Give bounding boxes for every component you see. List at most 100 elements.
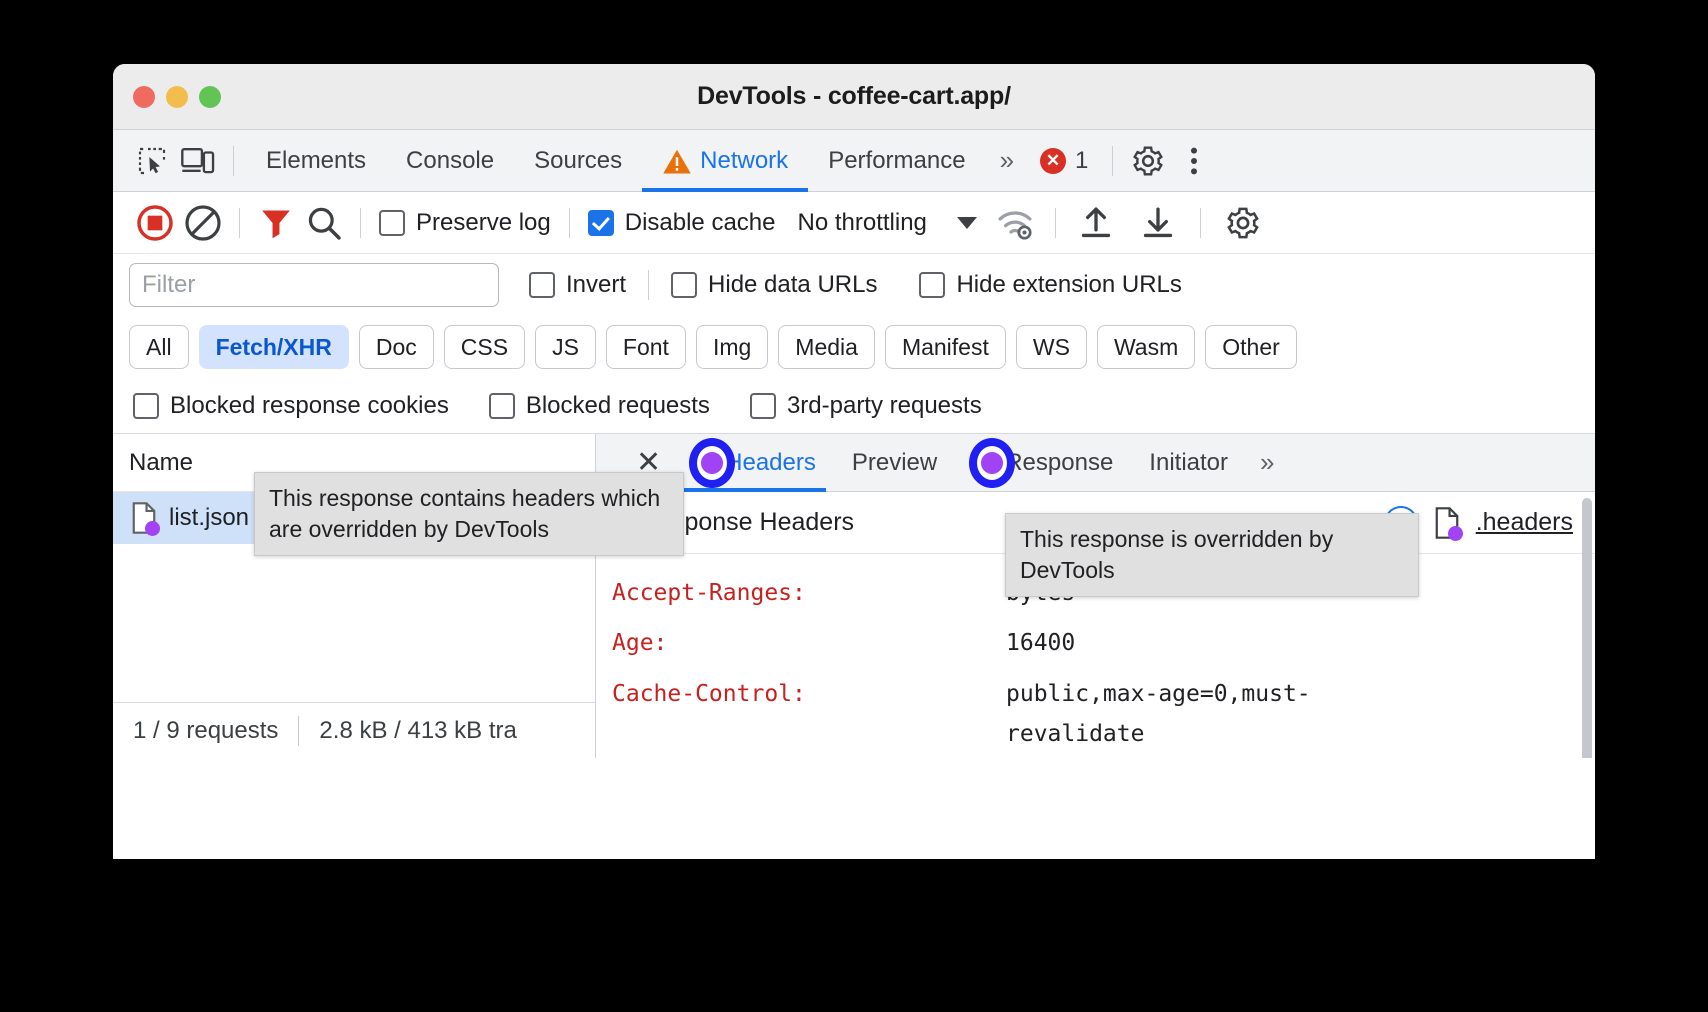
chip-doc[interactable]: Doc [359, 325, 434, 369]
inspect-element-icon[interactable] [129, 138, 175, 184]
override-dot-icon [145, 521, 160, 536]
chip-other[interactable]: Other [1205, 325, 1297, 369]
detail-tab-bar: ✕ Headers Preview [596, 434, 1595, 492]
request-list-empty-area [113, 544, 595, 702]
headers-scrollbar[interactable] [1582, 498, 1592, 758]
headers-file-icon [1434, 507, 1460, 539]
tab-preview[interactable]: Preview [834, 434, 955, 492]
chip-all-label: All [146, 334, 172, 361]
throttling-dropdown[interactable]: No throttling [797, 209, 976, 237]
hide-data-urls-checkbox[interactable]: Hide data URLs [671, 271, 877, 299]
gear-icon[interactable] [1125, 138, 1171, 184]
blocked-requests-box[interactable] [489, 393, 515, 419]
throttling-value: No throttling [797, 209, 926, 237]
tab-network-label: Network [700, 147, 788, 175]
chip-fetch-xhr[interactable]: Fetch/XHR [199, 325, 349, 369]
tab-console[interactable]: Console [386, 130, 514, 192]
third-party-requests-label: 3rd-party requests [787, 392, 982, 420]
warning-triangle-icon [662, 147, 692, 175]
chip-img-label: Img [713, 334, 751, 361]
upload-har-icon[interactable] [1072, 199, 1120, 247]
hide-extension-urls-checkbox[interactable]: Hide extension URLs [919, 271, 1181, 299]
tab-initiator-label: Initiator [1149, 449, 1228, 477]
extra-filters-row: Blocked response cookies Blocked request… [113, 378, 1595, 434]
network-toolbar: Preserve log Disable cache No throttling [113, 192, 1595, 254]
chip-media[interactable]: Media [778, 325, 875, 369]
invert-box[interactable] [529, 272, 555, 298]
clear-button[interactable] [179, 199, 227, 247]
more-tabs-chevron-icon[interactable]: » [986, 145, 1028, 176]
net-toolbar-divider-5 [1200, 208, 1201, 238]
blocked-response-cookies-label: Blocked response cookies [170, 392, 449, 420]
chip-css[interactable]: CSS [444, 325, 525, 369]
tab-performance[interactable]: Performance [808, 130, 985, 192]
network-status-bar: 1 / 9 requests 2.8 kB / 413 kB tra [113, 702, 595, 758]
disable-cache-box[interactable] [588, 210, 614, 236]
chip-font[interactable]: Font [606, 325, 686, 369]
tab-elements[interactable]: Elements [246, 130, 386, 192]
screenshot-root: DevTools - coffee-cart.app/ Elements [0, 0, 1708, 1012]
override-dot-icon [1448, 526, 1463, 541]
headers-override-marker-highlight [701, 452, 723, 474]
search-input[interactable] [129, 263, 499, 307]
window-titlebar: DevTools - coffee-cart.app/ [113, 64, 1595, 130]
blocked-requests-checkbox[interactable]: Blocked requests [489, 392, 710, 420]
request-name: list.json [169, 504, 249, 532]
scrollbar-thumb[interactable] [1582, 498, 1592, 758]
invert-checkbox[interactable]: Invert [529, 271, 626, 299]
net-toolbar-divider-2 [360, 208, 361, 238]
header-value[interactable]: 16400 [1006, 623, 1075, 663]
chip-doc-label: Doc [376, 334, 417, 361]
tab-console-label: Console [406, 147, 494, 175]
disable-cache-checkbox[interactable]: Disable cache [588, 209, 776, 237]
tab-initiator[interactable]: Initiator [1131, 434, 1246, 492]
blocked-response-cookies-box[interactable] [133, 393, 159, 419]
chip-js[interactable]: JS [535, 325, 596, 369]
chip-manifest[interactable]: Manifest [885, 325, 1006, 369]
error-count-badge[interactable]: ✕ 1 [1028, 147, 1100, 175]
blocked-response-cookies-checkbox[interactable]: Blocked response cookies [133, 392, 449, 420]
preserve-log-box[interactable] [379, 210, 405, 236]
third-party-requests-box[interactable] [750, 393, 776, 419]
third-party-requests-checkbox[interactable]: 3rd-party requests [750, 392, 982, 420]
filter-funnel-icon[interactable] [252, 199, 300, 247]
disable-cache-label: Disable cache [625, 209, 776, 237]
devtools-window: DevTools - coffee-cart.app/ Elements [113, 64, 1595, 859]
hide-data-urls-box[interactable] [671, 272, 697, 298]
override-dot-icon [701, 452, 723, 474]
tab-sources[interactable]: Sources [514, 130, 642, 192]
download-har-icon[interactable] [1134, 199, 1182, 247]
tab-headers-label: Headers [725, 449, 816, 477]
tab-response[interactable]: Response [955, 434, 1131, 492]
search-icon[interactable] [300, 199, 348, 247]
chip-ws[interactable]: WS [1016, 325, 1087, 369]
headers-override-link[interactable]: .headers [1476, 508, 1573, 537]
hide-extension-urls-box[interactable] [919, 272, 945, 298]
record-button[interactable] [131, 199, 179, 247]
invert-label: Invert [566, 271, 626, 299]
tab-preview-label: Preview [852, 449, 937, 477]
chip-wasm[interactable]: Wasm [1097, 325, 1195, 369]
tooltip-response-override: This response is overridden by DevTools [1005, 513, 1419, 597]
preserve-log-label: Preserve log [416, 209, 551, 237]
transfer-size: 2.8 kB / 413 kB tra [319, 717, 516, 745]
tab-headers[interactable]: Headers [675, 434, 834, 492]
header-value[interactable]: public,max-age=0,must- revalidate [1006, 674, 1311, 755]
wifi-settings-icon[interactable] [991, 199, 1039, 247]
chip-all[interactable]: All [129, 325, 189, 369]
chip-img[interactable]: Img [696, 325, 768, 369]
tab-elements-label: Elements [266, 147, 366, 175]
header-row: Cache-Control: public,max-age=0,must- re… [596, 669, 1595, 759]
chip-other-label: Other [1222, 334, 1280, 361]
hide-data-urls-label: Hide data URLs [708, 271, 877, 299]
request-count: 1 / 9 requests [133, 717, 278, 745]
network-settings-gear-icon[interactable] [1219, 199, 1267, 247]
tab-network[interactable]: Network [642, 130, 808, 192]
override-dot-icon [981, 452, 1003, 474]
detail-more-tabs-chevron-icon[interactable]: » [1246, 447, 1288, 478]
device-toolbar-icon[interactable] [175, 138, 221, 184]
tooltip-headers-override: This response contains headers which are… [254, 472, 684, 556]
preserve-log-checkbox[interactable]: Preserve log [379, 209, 551, 237]
header-name: Accept-Ranges: [612, 573, 1006, 613]
more-vertical-icon[interactable] [1171, 138, 1217, 184]
